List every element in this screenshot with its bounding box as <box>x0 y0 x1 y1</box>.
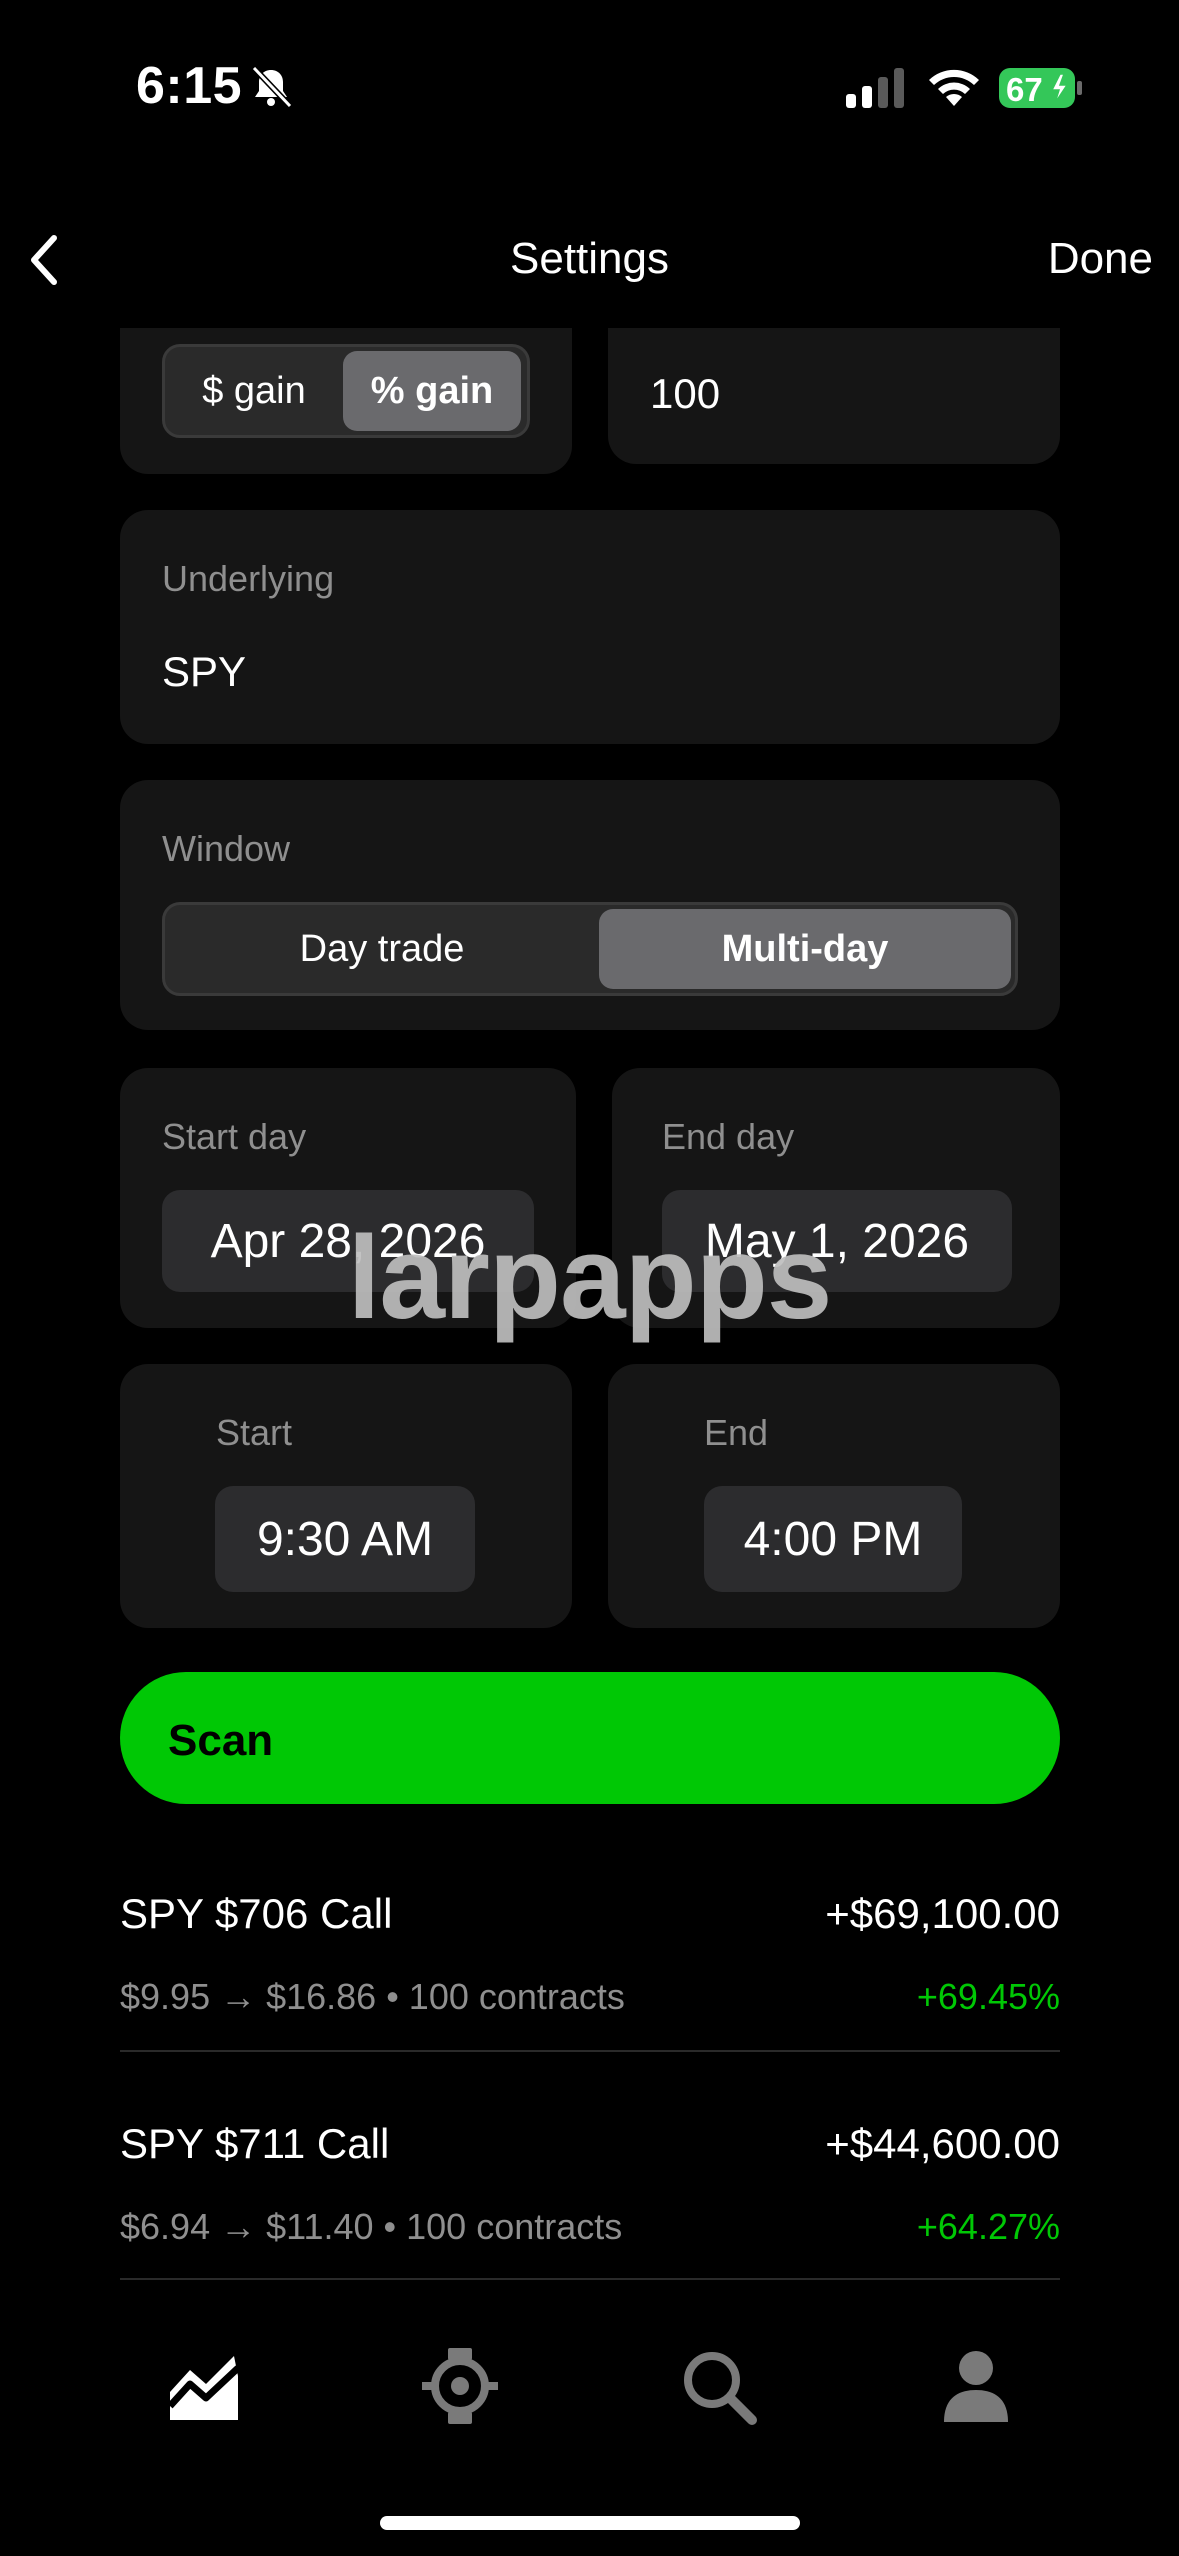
start-day-label: Start day <box>162 1116 307 1157</box>
done-button[interactable]: Done <box>1048 234 1153 284</box>
start-time-label: Start <box>216 1412 293 1453</box>
row-divider <box>120 2050 1060 2052</box>
threshold-value: 100 <box>650 370 721 417</box>
underlying-value: SPY <box>162 648 247 695</box>
result-percent: +64.27% <box>916 2206 1060 2247</box>
result-row[interactable]: SPY $706 Call +$69,100.00 $9.95 → $16.86… <box>120 1880 1060 2050</box>
profile-icon[interactable] <box>936 2346 1016 2426</box>
page-title: Settings <box>510 234 669 283</box>
silent-bell-icon <box>251 65 293 109</box>
home-indicator <box>380 2516 800 2530</box>
window-segmented-control: Day trade Multi-day <box>162 902 1018 996</box>
end-time-card: End 4:00 PM <box>608 1364 1060 1628</box>
chart-icon[interactable] <box>164 2346 244 2426</box>
result-detail: $6.94 → $11.40 • 100 contracts <box>120 2206 623 2247</box>
watermark: larpapps <box>347 1212 833 1344</box>
result-title: SPY $711 Call <box>120 2120 390 2167</box>
cellular-signal-icon <box>846 68 904 108</box>
percent-gain-option[interactable]: % gain <box>343 351 521 431</box>
result-amount: +$69,100.00 <box>825 1890 1060 1937</box>
row-divider <box>120 2278 1060 2280</box>
result-row[interactable]: SPY $711 Call +$44,600.00 $6.94 → $11.40… <box>120 2110 1060 2280</box>
end-time-label: End <box>704 1412 769 1453</box>
threshold-card[interactable]: 100 <box>608 328 1060 464</box>
underlying-label: Underlying <box>162 558 335 599</box>
scan-button[interactable]: Scan <box>120 1672 1060 1804</box>
day-trade-option[interactable]: Day trade <box>169 909 595 989</box>
dollar-gain-option[interactable]: $ gain <box>169 351 339 431</box>
wifi-icon <box>929 69 979 106</box>
battery-indicator: 67 <box>998 66 1084 110</box>
result-title: SPY $706 Call <box>120 1890 393 1937</box>
gain-mode-card: $ gain % gain <box>120 328 572 474</box>
result-detail: $9.95 → $16.86 • 100 contracts <box>120 1976 625 2017</box>
result-percent: +69.45% <box>916 1976 1060 2017</box>
battery-percent: 67 <box>1006 71 1043 108</box>
scan-button-label: Scan <box>168 1716 274 1765</box>
end-time-picker[interactable]: 4:00 PM <box>704 1486 962 1592</box>
start-time-card: Start 9:30 AM <box>120 1364 572 1628</box>
scanner-icon[interactable] <box>420 2346 500 2426</box>
multi-day-option[interactable]: Multi-day <box>599 909 1011 989</box>
end-day-label: End day <box>662 1116 795 1157</box>
result-amount: +$44,600.00 <box>825 2120 1060 2167</box>
status-time: 6:15 <box>136 57 243 115</box>
start-time-picker[interactable]: 9:30 AM <box>215 1486 475 1592</box>
gain-mode-segmented-control: $ gain % gain <box>162 344 530 438</box>
window-label: Window <box>162 828 291 869</box>
underlying-card[interactable]: Underlying SPY <box>120 510 1060 744</box>
search-icon[interactable] <box>678 2346 758 2426</box>
window-card: Window Day trade Multi-day <box>120 780 1060 1030</box>
